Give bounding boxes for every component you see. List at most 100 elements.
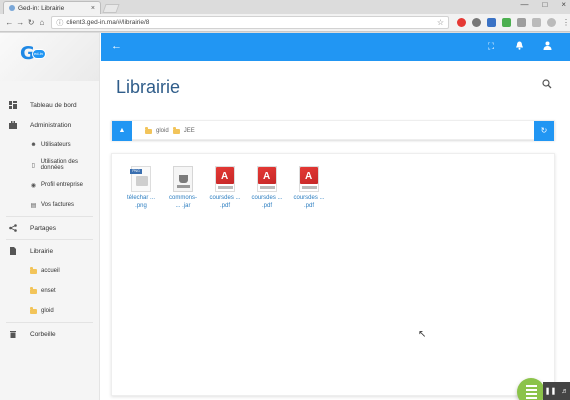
refresh-button[interactable]: ↻ — [534, 121, 554, 141]
grey-extension-icon[interactable] — [517, 18, 527, 27]
browser-toolbar: ← → ↻ ⌂ ⓘ client3.ged-in.ma/#/librairie/… — [0, 14, 570, 32]
bookmark-star-icon[interactable]: ☆ — [437, 18, 444, 27]
sidebar-subitem-label: Utilisation des données — [40, 159, 78, 171]
fullscreen-icon[interactable]: ⛶ — [486, 41, 496, 52]
sidebar-item-corbeille[interactable]: Corbeille — [0, 324, 99, 344]
sidebar-item-label: Partages — [30, 224, 57, 232]
forward-arrow-icon[interactable]: → — [15, 18, 26, 27]
file-extension: ... .jar — [175, 203, 191, 209]
extensions-bar: ⋮ — [457, 18, 570, 27]
folder-icon — [145, 127, 152, 134]
close-tab-icon[interactable]: × — [91, 5, 95, 12]
page-title: Librairie — [116, 77, 181, 97]
folder-icon — [30, 267, 37, 275]
users-icon: ☻ — [30, 142, 37, 148]
search-icon[interactable] — [539, 76, 555, 92]
file-name: commons- — [168, 195, 197, 201]
file-extension: .pdf — [219, 203, 230, 209]
folder-label: enset — [41, 288, 56, 294]
file-item[interactable]: PNG télechar ... .png — [124, 166, 158, 210]
divider — [6, 239, 93, 240]
logo-area: G ed-in — [0, 33, 99, 81]
file-grid-panel: PNG télechar ... .png commons- ... .jar … — [111, 153, 555, 396]
data-icon: ▯ — [31, 162, 35, 169]
file-name: télechar ... — [126, 195, 155, 201]
browser-tabstrip: Ged-in: Librairie × — □ × — [0, 0, 570, 14]
sidebar-subitem-data-usage[interactable]: ▯ Utilisation des données — [0, 155, 99, 175]
sidebar-folder-enset[interactable]: enset — [0, 281, 99, 301]
folder-label: gloid — [41, 308, 54, 314]
menu-fab-button[interactable] — [517, 378, 545, 400]
sidebar-item-administration[interactable]: Administration — [0, 115, 99, 135]
briefcase-icon — [9, 121, 17, 129]
breadcrumb-item[interactable]: gloid — [156, 128, 169, 134]
file-list: PNG télechar ... .png commons- ... .jar … — [124, 166, 326, 210]
maximize-button[interactable]: □ — [542, 0, 547, 9]
pdf-file-icon: A — [215, 166, 235, 192]
new-tab-button[interactable] — [102, 4, 120, 13]
reload-icon[interactable]: ↻ — [26, 18, 37, 27]
favicon-icon — [9, 5, 15, 11]
pause-icon[interactable]: ❚❚ — [545, 387, 557, 395]
topbar-actions: ⛶ — [486, 41, 552, 52]
window-controls: — □ × — [520, 0, 566, 9]
invoice-icon: ▤ — [30, 202, 37, 209]
sidebar-subitem-label: Utilisateurs — [41, 142, 71, 148]
pdf-file-icon: A — [299, 166, 319, 192]
sidebar-item-partages[interactable]: Partages — [0, 218, 99, 238]
sidebar-nav: Tableau de bord Administration ☻ Utilisa… — [0, 81, 99, 344]
folder-up-button[interactable]: ▲ — [112, 121, 132, 141]
opera-extension-icon[interactable] — [457, 18, 467, 27]
share-icon — [9, 224, 17, 232]
breadcrumb-items: gloid JEE — [145, 121, 195, 141]
sidebar-subitem-label: Vos factures — [41, 202, 75, 208]
extension-icon[interactable] — [532, 18, 542, 27]
divider — [6, 322, 93, 323]
gedin-logo[interactable]: G ed-in — [20, 41, 48, 67]
sidebar-item-dashboard[interactable]: Tableau de bord — [0, 95, 99, 115]
jar-file-icon — [173, 166, 193, 192]
sidebar-item-label: Administration — [30, 121, 72, 129]
file-item[interactable]: commons- ... .jar — [166, 166, 200, 210]
sidebar-subitem-users[interactable]: ☻ Utilisateurs — [0, 135, 99, 155]
menu-dots-icon[interactable]: ⋮ — [562, 18, 570, 27]
sidebar: G ed-in Tableau de bord Administration ☻ — [0, 33, 100, 400]
back-arrow-icon[interactable]: ← — [111, 40, 122, 52]
minimize-button[interactable]: — — [520, 0, 528, 9]
blue-extension-icon[interactable] — [487, 18, 497, 27]
breadcrumb: ▲ gloid JEE ↻ — [111, 120, 555, 141]
dashboard-icon — [9, 101, 17, 109]
file-extension: .pdf — [303, 203, 314, 209]
divider — [6, 216, 93, 217]
top-app-bar: ← ⛶ — [101, 33, 570, 61]
info-icon[interactable]: ⓘ — [56, 18, 63, 28]
user-icon[interactable] — [542, 41, 552, 52]
file-item[interactable]: A coursdes ... .pdf — [292, 166, 326, 210]
file-item[interactable]: A coursdes ... .pdf — [208, 166, 242, 210]
breadcrumb-item[interactable]: JEE — [184, 128, 195, 134]
folder-icon — [172, 127, 180, 134]
close-window-button[interactable]: × — [561, 0, 566, 9]
sidebar-item-label: Corbeille — [30, 330, 56, 338]
file-item[interactable]: A coursdes ... .pdf — [250, 166, 284, 210]
sidebar-subitem-company-profile[interactable]: ◉ Profil entreprise — [0, 175, 99, 195]
file-icon — [9, 247, 17, 255]
green-extension-icon[interactable] — [502, 18, 512, 27]
volume-icon[interactable]: ♬ — [561, 388, 568, 395]
browser-tab[interactable]: Ged-in: Librairie × — [3, 1, 101, 14]
bell-icon[interactable] — [514, 41, 524, 52]
circle-extension-icon[interactable] — [472, 18, 482, 27]
address-bar[interactable]: ⓘ client3.ged-in.ma/#/librairie/8 ☆ — [51, 16, 450, 29]
extension2-icon[interactable] — [547, 18, 557, 27]
sidebar-item-label: Librairie — [30, 247, 54, 255]
file-name: coursdes ... — [209, 195, 241, 201]
sidebar-folder-accueil[interactable]: accueil — [0, 261, 99, 281]
home-icon[interactable]: ⌂ — [36, 18, 47, 27]
sidebar-subitem-invoices[interactable]: ▤ Vos factures — [0, 195, 99, 215]
sidebar-folder-gloid[interactable]: gloid — [0, 301, 99, 321]
back-arrow-icon[interactable]: ← — [4, 18, 15, 27]
sidebar-subitem-label: Profil entreprise — [41, 182, 84, 188]
sidebar-item-librairie[interactable]: Librairie — [0, 241, 99, 261]
app-root: G ed-in Tableau de bord Administration ☻ — [0, 33, 570, 400]
file-name: coursdes ... — [293, 195, 325, 201]
